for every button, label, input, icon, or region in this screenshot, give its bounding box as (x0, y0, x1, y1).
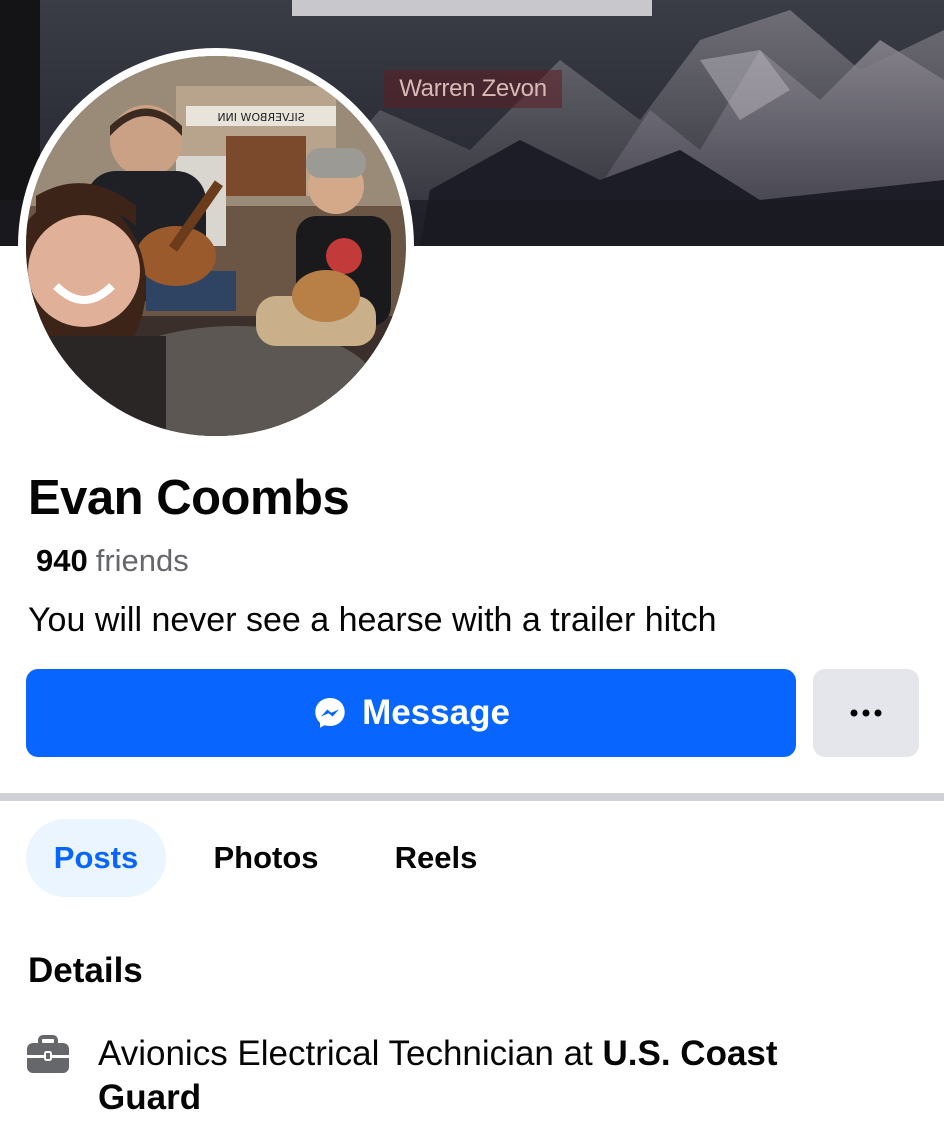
section-divider (0, 793, 944, 801)
avatar-photo: SILVERBOW INN (26, 56, 406, 436)
more-horizontal-icon (850, 709, 882, 717)
tab-posts[interactable]: Posts (26, 819, 166, 897)
cover-caption: Warren Zevon (384, 70, 562, 108)
work-role: Avionics Electrical Technician at (98, 1034, 603, 1073)
message-button-label: Message (362, 693, 510, 732)
friends-label: friends (95, 543, 189, 578)
briefcase-icon (26, 1034, 70, 1074)
tab-reels[interactable]: Reels (376, 819, 496, 897)
sign-text: SILVERBOW INN (217, 111, 304, 124)
details-heading: Details (28, 951, 143, 990)
messenger-icon (312, 695, 348, 731)
profile-name: Evan Coombs (28, 471, 350, 525)
tab-photos[interactable]: Photos (194, 819, 338, 897)
more-options-button[interactable] (813, 669, 919, 757)
profile-avatar[interactable]: SILVERBOW INN (18, 48, 414, 444)
friends-count: 940 (36, 543, 88, 578)
message-button[interactable]: Message (26, 669, 796, 757)
profile-bio: You will never see a hearse with a trail… (28, 601, 717, 639)
work-description: Avionics Electrical Technician at U.S. C… (98, 1032, 878, 1120)
friends-summary[interactable]: 940 friends (36, 543, 189, 579)
